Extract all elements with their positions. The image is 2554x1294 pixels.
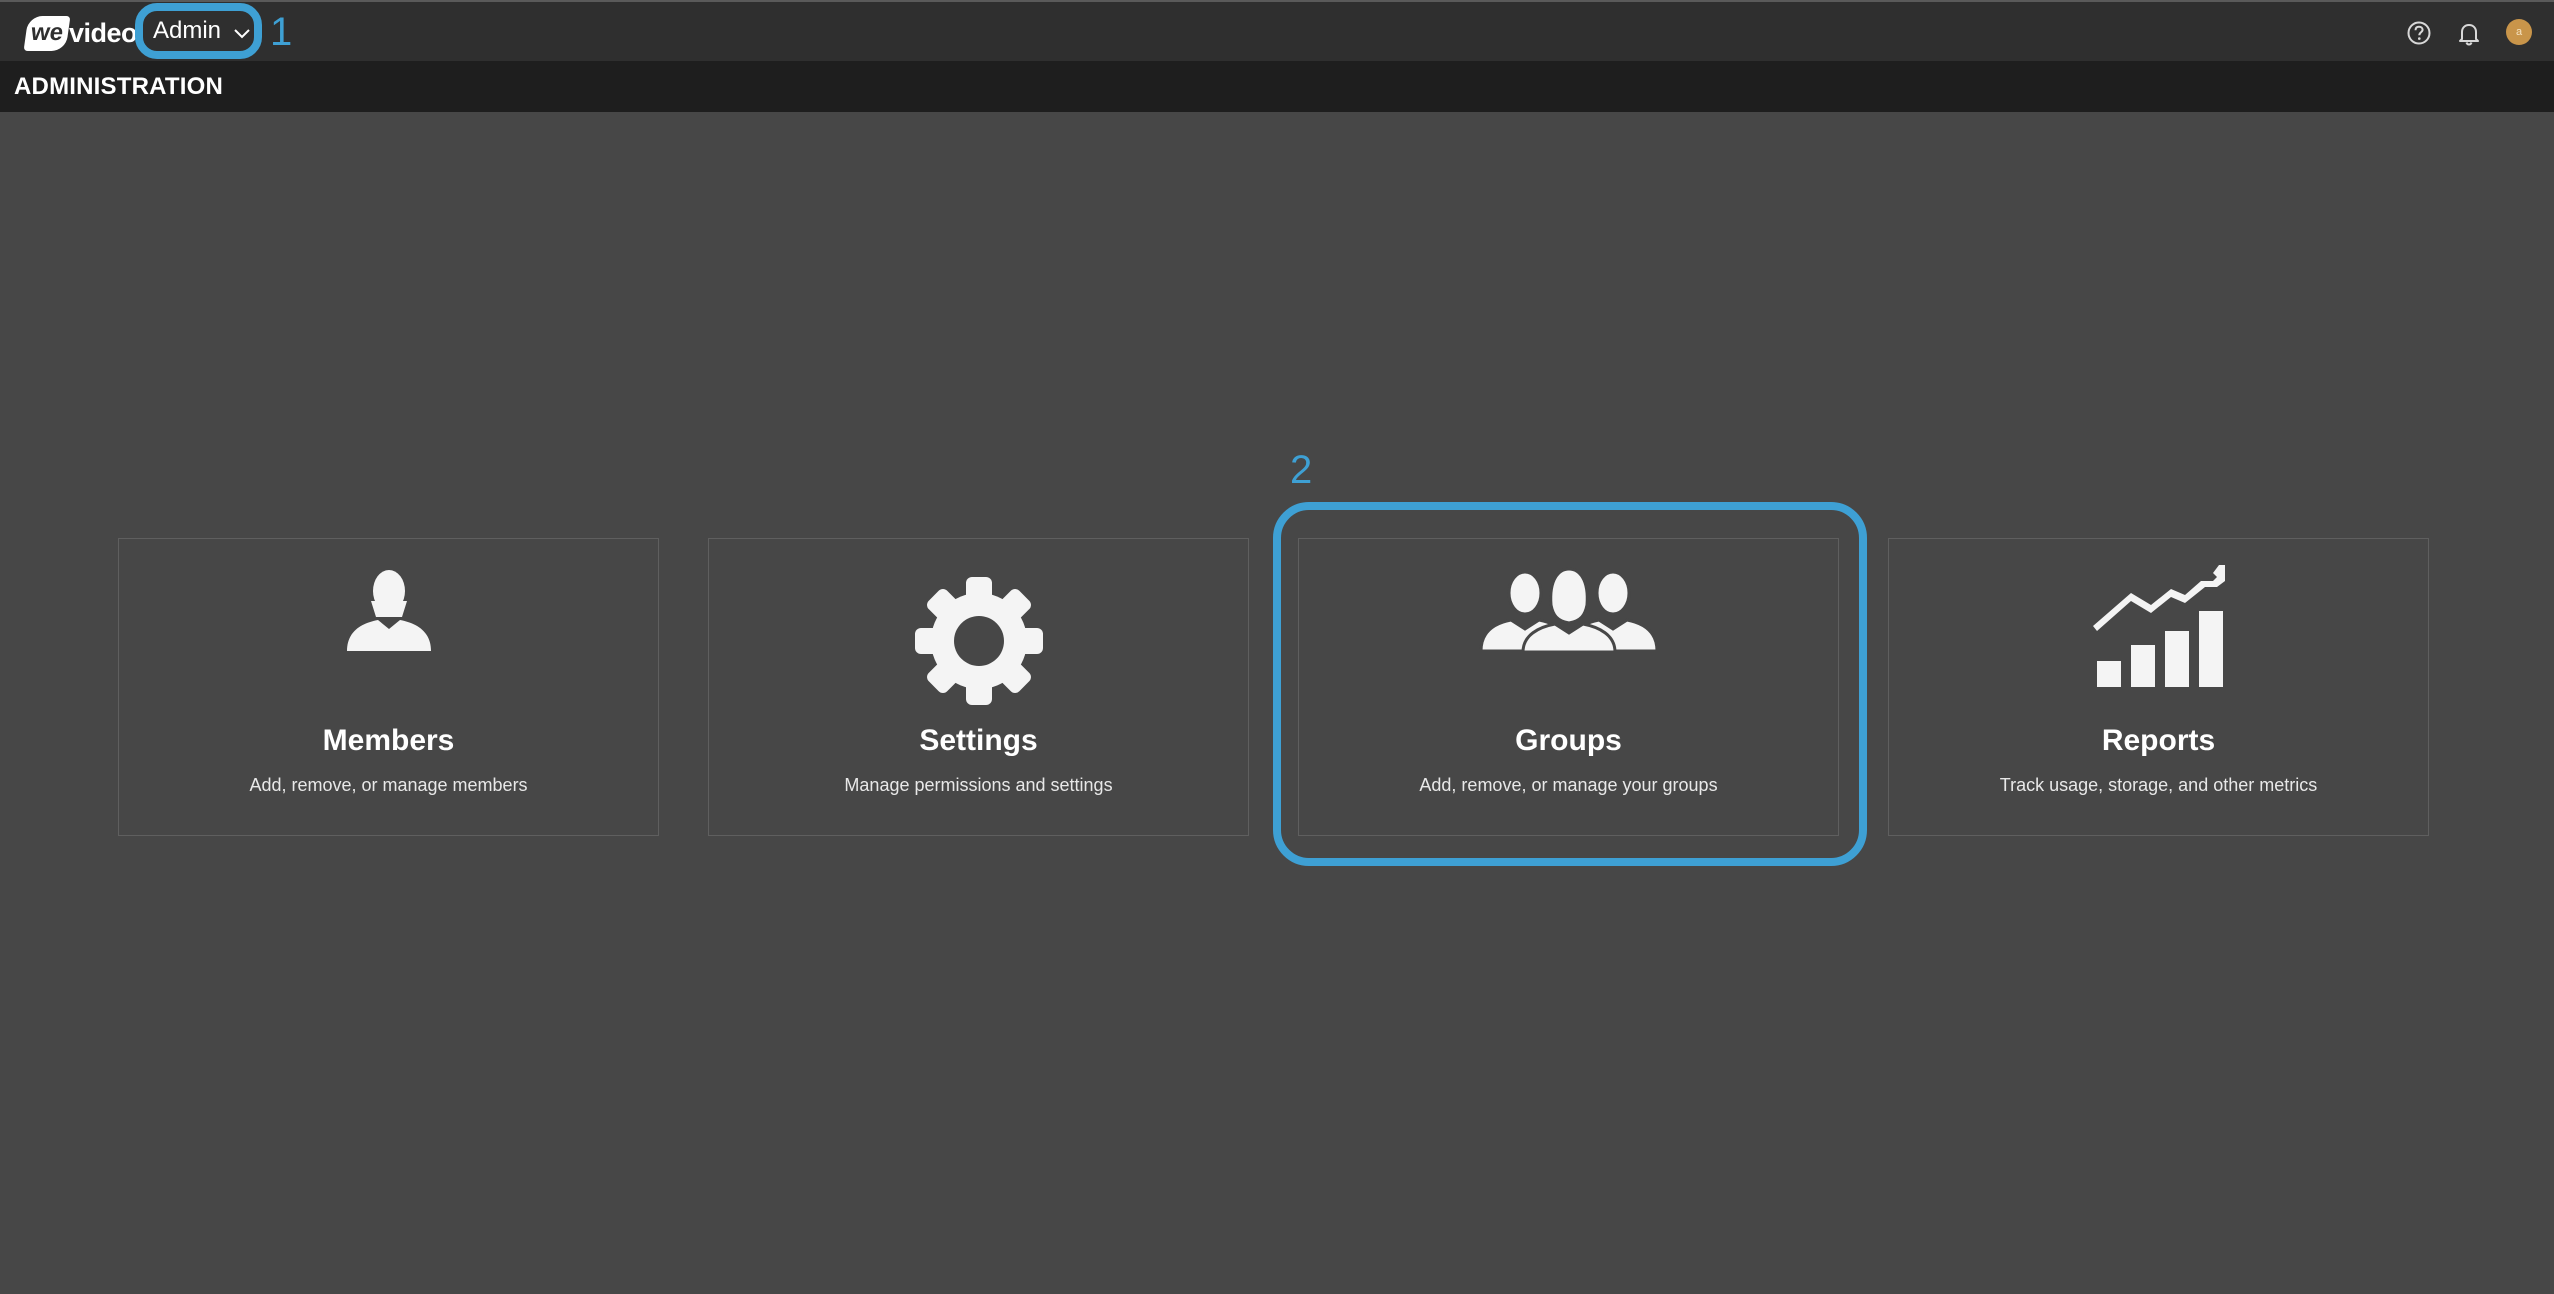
chevron-down-icon	[234, 29, 250, 39]
help-icon[interactable]	[2406, 20, 2432, 46]
chart-icon	[2092, 565, 2225, 687]
annotation-marker-1: 1	[270, 10, 293, 54]
logo-video-text: video	[69, 17, 138, 48]
bell-icon[interactable]	[2456, 20, 2482, 46]
settings-card[interactable]: Settings Manage permissions and settings	[708, 538, 1249, 836]
reports-description: Track usage, storage, and other metrics	[1999, 775, 2318, 795]
settings-description: Manage permissions and settings	[844, 775, 1113, 795]
settings-title: Settings	[919, 724, 1038, 757]
wevideo-logo[interactable]: we video	[23, 12, 138, 54]
groups-title: Groups	[1515, 724, 1622, 757]
page-header-bar: ADMINISTRATION	[0, 61, 2554, 112]
group-icon	[1478, 567, 1659, 653]
avatar-initial: a	[2515, 26, 2523, 38]
page-title: ADMINISTRATION	[14, 73, 224, 100]
person-icon	[346, 570, 431, 651]
groups-card[interactable]: Groups Add, remove, or manage your group…	[1298, 538, 1839, 836]
reports-title: Reports	[2101, 724, 2216, 757]
logo-we-text: we	[23, 15, 71, 51]
members-card[interactable]: Members Add, remove, or manage members	[118, 538, 659, 836]
members-title: Members	[322, 724, 455, 757]
gear-icon	[914, 577, 1043, 705]
top-bar: we video Admin 1 a	[0, 0, 2554, 61]
annotation-marker-2: 2	[1290, 448, 1313, 492]
reports-card[interactable]: Reports Track usage, storage, and other …	[1888, 538, 2429, 836]
avatar[interactable]: a	[2506, 19, 2532, 45]
groups-description: Add, remove, or manage your groups	[1419, 775, 1718, 795]
admin-switcher-label: Admin	[153, 17, 222, 44]
members-description: Add, remove, or manage members	[249, 775, 528, 795]
admin-switcher-button[interactable]: Admin	[135, 3, 262, 59]
